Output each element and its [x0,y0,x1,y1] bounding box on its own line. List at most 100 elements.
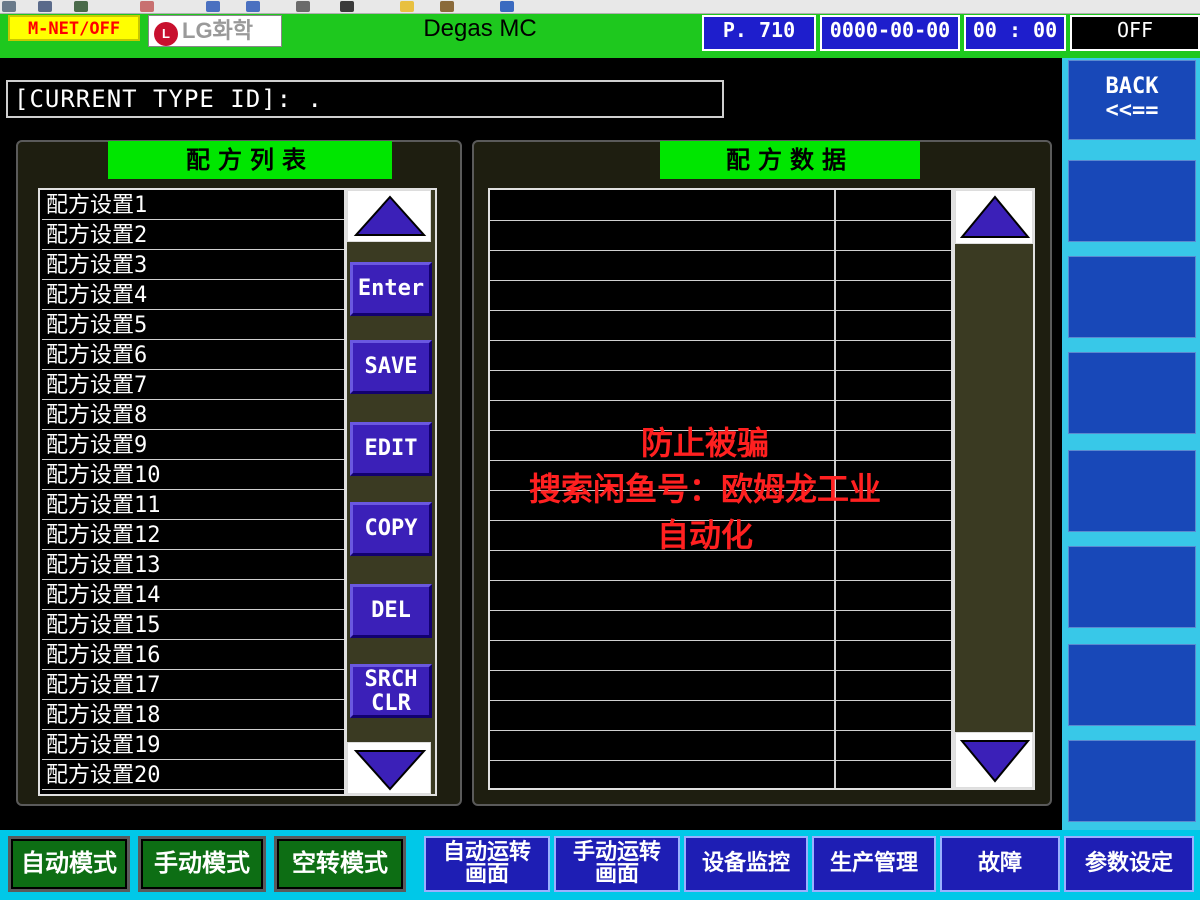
lg-logo-icon: L [154,22,178,46]
search-clear-button[interactable]: SRCH CLR [350,664,432,718]
recipe-list-item[interactable]: 配方设置19 [42,732,344,760]
toolbar-icon[interactable] [500,1,514,12]
grid-row-line [490,370,951,371]
grid-row-line [490,670,951,671]
system-toolbar [0,0,1200,14]
recipe-list-item[interactable]: 配方设置12 [42,522,344,550]
toolbar-icon[interactable] [2,1,16,12]
back-label: BACK [1105,74,1159,99]
dry-run-mode-button[interactable]: 空转模式 [274,836,406,892]
delete-button[interactable]: DEL [350,584,432,638]
grid-row-line [490,280,951,281]
recipe-list: 配方设置1 配方设置2 配方设置3 配方设置4 配方设置5 配方设置6 配方设置7 配方设置8… [38,188,346,796]
search-clear-label-line1: SRCH [364,667,418,692]
back-button[interactable]: BACK <<== [1068,60,1196,140]
recipe-list-item[interactable]: 配方设置6 [42,342,344,370]
manual-run-label-line1: 手动运转 [572,840,661,865]
recipe-list-item[interactable]: 配方设置2 [42,222,344,250]
recipe-list-item[interactable]: 配方设置10 [42,462,344,490]
grid-row-line [490,250,951,251]
data-scrollbar[interactable] [953,188,1035,790]
side-button-2[interactable] [1068,256,1196,338]
enter-button[interactable]: Enter [350,262,432,316]
toolbar-icon[interactable] [140,1,154,12]
triangle-up-icon [353,195,427,236]
current-type-id: [CURRENT TYPE ID]: . [6,80,724,118]
grid-row-line [490,340,951,341]
equipment-monitor-button[interactable]: 设备监控 [684,836,808,892]
time-display: 00 : 00 [964,15,1066,51]
auto-run-label-line2: 画面 [464,862,509,887]
side-button-3[interactable] [1068,352,1196,434]
grid-row-line [490,220,951,221]
parameter-settings-button[interactable]: 参数设定 [1064,836,1194,892]
save-button[interactable]: SAVE [350,340,432,394]
triangle-down-icon [959,740,1031,783]
recipe-list-item[interactable]: 配方设置18 [42,702,344,730]
toolbar-icon[interactable] [340,1,354,12]
recipe-list-item[interactable]: 配方设置9 [42,432,344,460]
grid-row-line [490,760,951,761]
data-scroll-down-button[interactable] [955,732,1033,788]
search-clear-label-line2: CLR [371,691,411,716]
recipe-list-title: 配方列表 [108,141,392,179]
side-button-5[interactable] [1068,546,1196,628]
scroll-up-button[interactable] [347,190,431,242]
recipe-list-item[interactable]: 配方设置13 [42,552,344,580]
watermark-line1: 防止被骗 [640,424,769,462]
recipe-list-item[interactable]: 配方设置11 [42,492,344,520]
grid-row-line [490,700,951,701]
recipe-list-item[interactable]: 配方设置8 [42,402,344,430]
grid-row-line [490,640,951,641]
mnet-status: M-NET/OFF [8,15,140,41]
edit-button[interactable]: EDIT [350,422,432,476]
manual-run-label-line2: 画面 [594,862,639,887]
app-title: Degas MC [423,15,537,42]
watermark-text: 防止被骗 搜索闲鱼号：欧姆龙工业 自动化 [490,420,920,570]
triangle-down-icon [353,750,427,791]
manual-run-screen-button[interactable]: 手动运转 画面 [554,836,680,892]
side-button-6[interactable] [1068,644,1196,726]
grid-row-line [490,730,951,731]
recipe-list-item[interactable]: 配方设置17 [42,672,344,700]
recipe-list-item[interactable]: 配方设置16 [42,642,344,670]
side-button-7[interactable] [1068,740,1196,822]
fault-button[interactable]: 故障 [940,836,1060,892]
auto-run-label-line1: 自动运转 [442,840,531,865]
recipe-list-item[interactable]: 配方设置5 [42,312,344,340]
recipe-list-item[interactable]: 配方设置4 [42,282,344,310]
recipe-list-item[interactable]: 配方设置20 [42,762,344,790]
auto-run-screen-button[interactable]: 自动运转 画面 [424,836,550,892]
side-button-1[interactable] [1068,160,1196,242]
grid-row-line [490,610,951,611]
watermark-line2: 搜索闲鱼号：欧姆龙工业 [528,470,881,508]
recipe-list-item[interactable]: 配方设置3 [42,252,344,280]
power-status: OFF [1070,15,1200,51]
toolbar-icon[interactable] [246,1,260,12]
toolbar-icon[interactable] [440,1,454,12]
toolbar-icon[interactable] [400,1,414,12]
auto-mode-button[interactable]: 自动模式 [8,836,130,892]
production-management-button[interactable]: 生产管理 [812,836,936,892]
recipe-list-item[interactable]: 配方设置14 [42,582,344,610]
recipe-list-item[interactable]: 配方设置15 [42,612,344,640]
toolbar-icon[interactable] [296,1,310,12]
logo-text: LG화학 [182,18,254,43]
toolbar-icon[interactable] [74,1,88,12]
toolbar-icon[interactable] [206,1,220,12]
page-number: P. 710 [702,15,816,51]
date-display: 0000-00-00 [820,15,960,51]
recipe-list-item[interactable]: 配方设置7 [42,372,344,400]
toolbar-icon[interactable] [38,1,52,12]
scroll-down-button[interactable] [347,742,431,794]
grid-row-line [490,580,951,581]
recipe-data-title: 配方数据 [660,141,920,179]
triangle-up-icon [959,195,1031,238]
side-button-4[interactable] [1068,450,1196,532]
copy-button[interactable]: COPY [350,502,432,556]
data-scroll-up-button[interactable] [955,190,1033,244]
manual-mode-button[interactable]: 手动模式 [138,836,266,892]
grid-row-line [490,400,951,401]
watermark-line3: 自动化 [656,516,753,554]
recipe-list-item[interactable]: 配方设置1 [42,192,344,220]
